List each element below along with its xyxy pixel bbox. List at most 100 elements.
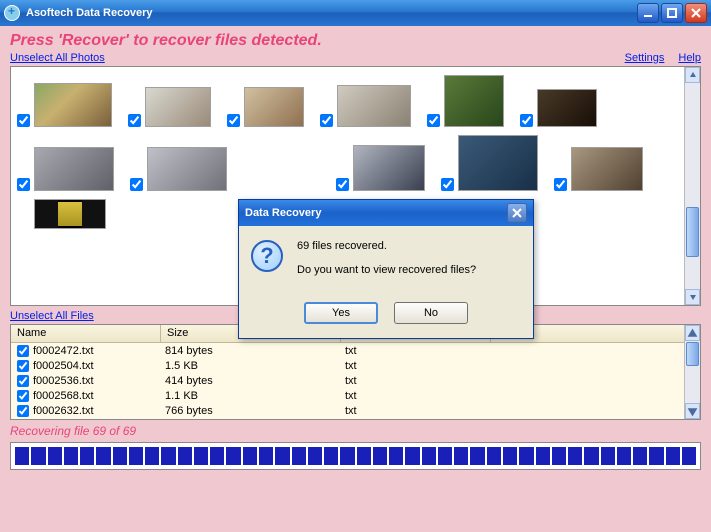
instruction-text: Press 'Recover' to recover files detecte…: [10, 32, 701, 50]
titlebar: Asoftech Data Recovery: [0, 0, 711, 26]
progress-segment: [519, 447, 533, 465]
column-header-name[interactable]: Name: [11, 325, 161, 342]
help-link[interactable]: Help: [678, 52, 701, 64]
photo-checkbox[interactable]: [17, 114, 30, 127]
dialog-title: Data Recovery: [245, 207, 507, 219]
status-text: Recovering file 69 of 69: [10, 424, 701, 438]
scroll-down-icon[interactable]: [685, 403, 700, 419]
file-name: f0002568.txt: [33, 390, 165, 402]
file-checkbox[interactable]: [17, 390, 29, 402]
photo-checkbox[interactable]: [130, 178, 143, 191]
progress-segment: [275, 447, 289, 465]
photo-checkbox[interactable]: [227, 114, 240, 127]
file-name: f0002536.txt: [33, 375, 165, 387]
thumbnail-image[interactable]: [444, 75, 504, 127]
thumbnail-image[interactable]: [34, 199, 106, 229]
minimize-button[interactable]: [637, 3, 659, 23]
file-row[interactable]: f0002472.txt814 bytestxt: [11, 343, 700, 358]
file-name: f0002472.txt: [33, 345, 165, 357]
dialog-close-button[interactable]: [507, 203, 527, 223]
photo-checkbox[interactable]: [427, 114, 440, 127]
progress-segment: [96, 447, 110, 465]
settings-link[interactable]: Settings: [625, 52, 665, 64]
photo-scrollbar[interactable]: [684, 67, 700, 305]
progress-segment: [568, 447, 582, 465]
photo-thumbnail[interactable]: [336, 135, 425, 191]
photo-thumbnail[interactable]: [130, 135, 227, 191]
question-icon: ?: [251, 240, 283, 272]
thumbnail-image[interactable]: [34, 83, 112, 127]
photo-thumbnail[interactable]: [17, 135, 114, 191]
progress-segment: [31, 447, 45, 465]
maximize-button[interactable]: [661, 3, 683, 23]
scroll-up-icon[interactable]: [685, 67, 700, 83]
progress-segment: [503, 447, 517, 465]
thumbnail-image[interactable]: [337, 85, 411, 127]
unselect-all-files-link[interactable]: Unselect All Files: [10, 310, 94, 322]
photo-thumbnail[interactable]: [128, 75, 211, 127]
photo-thumbnail[interactable]: [17, 199, 106, 229]
file-extension: txt: [345, 405, 495, 417]
thumbnail-image[interactable]: [353, 145, 425, 191]
thumbnail-image[interactable]: [147, 147, 227, 191]
photo-thumbnail[interactable]: [427, 75, 504, 127]
photo-thumbnail[interactable]: [441, 135, 538, 191]
file-row[interactable]: f0002536.txt414 bytestxt: [11, 373, 700, 388]
file-row[interactable]: f0002568.txt1.1 KBtxt: [11, 388, 700, 403]
photo-thumbnail[interactable]: [520, 75, 597, 127]
progress-segment: [422, 447, 436, 465]
photo-checkbox[interactable]: [17, 178, 30, 191]
thumbnail-image[interactable]: [34, 147, 114, 191]
photo-thumbnail[interactable]: [320, 75, 411, 127]
photo-checkbox[interactable]: [520, 114, 533, 127]
yes-button[interactable]: Yes: [304, 302, 378, 324]
photo-thumbnail[interactable]: [17, 75, 112, 127]
progress-segment: [324, 447, 338, 465]
progress-segment: [617, 447, 631, 465]
progress-segment: [259, 447, 273, 465]
photo-checkbox[interactable]: [554, 178, 567, 191]
unselect-all-photos-link[interactable]: Unselect All Photos: [10, 52, 105, 64]
progress-segment: [145, 447, 159, 465]
progress-segment: [340, 447, 354, 465]
scroll-up-icon[interactable]: [685, 325, 700, 341]
photo-thumbnail[interactable]: [227, 75, 304, 127]
photo-checkbox[interactable]: [320, 114, 333, 127]
file-size: 766 bytes: [165, 405, 345, 417]
thumbnail-image[interactable]: [571, 147, 643, 191]
file-row[interactable]: f0002504.txt1.5 KBtxt: [11, 358, 700, 373]
photo-checkbox[interactable]: [128, 114, 141, 127]
file-size: 814 bytes: [165, 345, 345, 357]
file-checkbox[interactable]: [17, 405, 29, 417]
file-checkbox[interactable]: [17, 345, 29, 357]
progress-segment: [470, 447, 484, 465]
window-title: Asoftech Data Recovery: [26, 7, 635, 19]
progress-segment: [389, 447, 403, 465]
photo-thumbnail[interactable]: [554, 135, 643, 191]
thumbnail-image[interactable]: [145, 87, 211, 127]
file-row[interactable]: f0002632.txt766 bytestxt: [11, 403, 700, 418]
scroll-thumb[interactable]: [686, 207, 699, 257]
progress-bar: [10, 442, 701, 470]
file-checkbox[interactable]: [17, 360, 29, 372]
progress-segment: [666, 447, 680, 465]
thumbnail-image[interactable]: [537, 89, 597, 127]
file-scrollbar[interactable]: [684, 325, 700, 419]
thumbnail-image[interactable]: [458, 135, 538, 191]
progress-segment: [80, 447, 94, 465]
file-checkbox[interactable]: [17, 375, 29, 387]
no-button[interactable]: No: [394, 302, 468, 324]
file-size: 414 bytes: [165, 375, 345, 387]
dialog-titlebar: Data Recovery: [239, 200, 533, 226]
progress-segment: [48, 447, 62, 465]
progress-segment: [178, 447, 192, 465]
progress-segment: [438, 447, 452, 465]
photo-checkbox[interactable]: [441, 178, 454, 191]
close-button[interactable]: [685, 3, 707, 23]
file-size: 1.1 KB: [165, 390, 345, 402]
progress-segment: [454, 447, 468, 465]
thumbnail-image[interactable]: [244, 87, 304, 127]
photo-checkbox[interactable]: [336, 178, 349, 191]
scroll-down-icon[interactable]: [685, 289, 700, 305]
scroll-thumb[interactable]: [686, 342, 699, 366]
